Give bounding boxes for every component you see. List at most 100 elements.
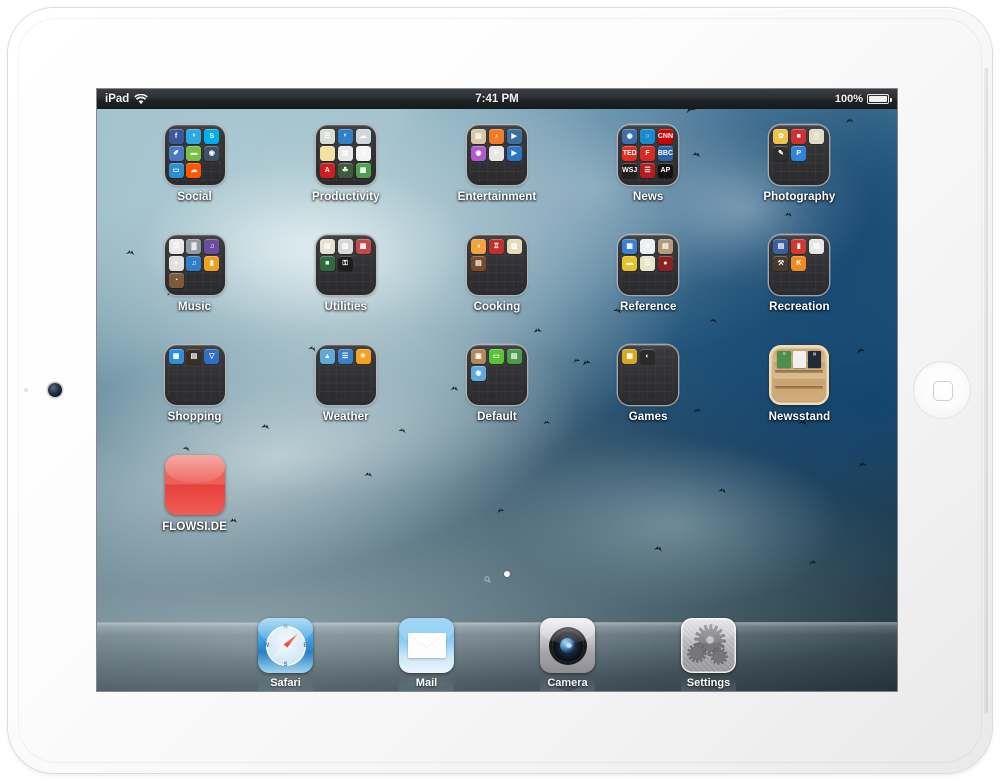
dock-icon-wrapper: NSWENSWE bbox=[258, 618, 313, 691]
app-icon-music[interactable]: ☰ ▓ ♫ ● ♫ ▮ ◔ Music bbox=[119, 223, 270, 333]
app-label: Music bbox=[178, 301, 212, 313]
folder-mini-grid: ▤ ▧ ▦ ■ ⚿ bbox=[319, 239, 372, 272]
mini-app-icon-evernote: ☘ bbox=[337, 163, 353, 179]
app-label: Reference bbox=[619, 301, 677, 313]
battery-icon bbox=[867, 94, 892, 104]
mini-app-icon-podcasts-purple: ◉ bbox=[470, 146, 486, 162]
status-bar: iPad 7:41 PM 100% bbox=[97, 89, 897, 109]
dock-item-label: Mail bbox=[415, 677, 438, 689]
page-dot-1[interactable] bbox=[504, 570, 510, 577]
mini-app-icon-linkedin: ▭ bbox=[168, 163, 184, 179]
app-icon-photography[interactable]: ✿ ■ ▒ ✎ P Photography bbox=[724, 113, 875, 223]
app-icon-reference[interactable]: ▦ ⌾ ▤ ▬ ☰ ● Reference bbox=[573, 223, 724, 333]
mini-app-icon-wallet-dark: ▤ bbox=[186, 349, 202, 364]
mini-app-icon-soundcloud: ☁ bbox=[186, 163, 202, 179]
folder-tile: ▣ ▭ ▤ ◉ bbox=[466, 345, 527, 405]
status-bar-clock: 7:41 PM bbox=[475, 93, 519, 105]
folder-mini-grid: f ᵛ S ✐ ▬ ◉ ▭ ☁ bbox=[168, 129, 221, 179]
mini-app-icon-player-blue: ▶ bbox=[506, 146, 522, 162]
mini-app-icon-reeder: ◉ bbox=[622, 129, 638, 144]
folder-mini-grid: ▲ ☰ ☀ bbox=[319, 349, 372, 365]
folder-tile: f ᵛ S ✐ ▬ ◉ ▭ ☁ bbox=[164, 125, 225, 185]
envelope-flap bbox=[407, 633, 446, 648]
folder-tile: ▤ ♪ ▶ ◉ P ▶ bbox=[466, 125, 527, 185]
battery-fill bbox=[869, 96, 887, 102]
mini-app-icon-snapseed: ✎ bbox=[773, 146, 789, 162]
mini-app-icon-twitter: ᵛ bbox=[186, 129, 202, 144]
lens-glint bbox=[565, 674, 572, 675]
app-label: Productivity bbox=[311, 191, 380, 203]
app-label: Social bbox=[177, 191, 212, 203]
home-screen-icon-grid: f ᵛ S ✐ ▬ ◉ ▭ ☁ Social ☰ ᵛ ☁ ▤ 3 A ☘ ▦ Productivity ▤ ♪ ▶ ◉ P ▶… bbox=[97, 113, 897, 553]
dock-item-safari[interactable]: NSWENSWESafari bbox=[258, 618, 313, 691]
ambient-light-sensor bbox=[24, 388, 28, 392]
app-icon-cooking[interactable]: ◑ ♖ ▥ ▤ Cooking bbox=[421, 223, 572, 333]
mini-app-icon-instagram: ◉ bbox=[204, 146, 220, 162]
app-icon-default[interactable]: ▣ ▭ ▤ ◉ Default bbox=[421, 333, 572, 443]
folder-tile: ▦ ⌾ ▤ ▬ ☰ ● bbox=[618, 235, 679, 295]
mini-app-icon-piano-keys: ☰ bbox=[168, 239, 184, 254]
dock-item-mail[interactable]: Mail bbox=[399, 618, 454, 691]
mini-app-icon-transit-blue: ▤ bbox=[773, 239, 789, 254]
folder-mini-grid: ▣ ▭ ▤ ◉ bbox=[470, 349, 523, 382]
app-icon-recreation[interactable]: ▤ ▮ ▤ ⚒ K Recreation bbox=[724, 223, 875, 333]
home-button[interactable] bbox=[913, 361, 971, 419]
app-label: Recreation bbox=[769, 301, 830, 313]
search-icon[interactable] bbox=[484, 570, 491, 583]
mini-app-icon-kayak-orange: K bbox=[791, 256, 807, 272]
mini-app-icon-music-blue: ♫ bbox=[186, 256, 202, 272]
mini-app-icon-metronome: ◔ bbox=[168, 273, 184, 289]
mini-app-icon-wikipedia-globe: ⌾ bbox=[640, 239, 656, 254]
mini-app-icon-arcade-dark: ◐ bbox=[640, 349, 656, 364]
mini-app-icon-camera-flower: ✿ bbox=[773, 129, 789, 144]
folder-tile: ☰ ▓ ♫ ● ♫ ▮ ◔ bbox=[164, 235, 225, 295]
app-icon-utilities[interactable]: ▤ ▧ ▦ ■ ⚿ Utilities bbox=[270, 223, 421, 333]
app-icon-social[interactable]: f ᵛ S ✐ ▬ ◉ ▭ ☁ Social bbox=[119, 113, 270, 223]
mini-app-icon-color-splash: ▒ bbox=[809, 129, 825, 144]
mail-envelope-icon bbox=[399, 618, 454, 673]
mini-app-icon-sun-orange: ☀ bbox=[355, 349, 371, 364]
mini-app-icon-notes-cream: ☰ bbox=[640, 256, 656, 272]
folder-mini-grid: ▦ ▤ ▽ bbox=[168, 349, 221, 365]
app-icon-productivity[interactable]: ☰ ᵛ ☁ ▤ 3 A ☘ ▦ Productivity bbox=[270, 113, 421, 223]
home-button-square-icon bbox=[933, 381, 953, 401]
camera-lens-icon bbox=[540, 618, 595, 673]
mini-app-icon-app-store-blue: ▦ bbox=[168, 349, 184, 364]
app-icon-flowsi-de[interactable]: FLOWSI.DE bbox=[119, 443, 270, 553]
app-icon-news[interactable]: ◉ ○ CNN TED F BBC WSJ ☰ AP News bbox=[573, 113, 724, 223]
app-icon-entertainment[interactable]: ▤ ♪ ▶ ◉ P ▶ Entertainment bbox=[421, 113, 572, 223]
mini-app-icon-pages: ▤ bbox=[337, 146, 353, 162]
folder-tile: ✿ ■ ▒ ✎ P bbox=[769, 125, 830, 185]
mini-app-icon-forecast-blue: ☰ bbox=[337, 349, 353, 364]
mini-app-icon-imdb-red: ● bbox=[657, 256, 673, 272]
newsstand-tile: ☰ ▤ ▧ bbox=[769, 345, 830, 405]
mini-app-icon-cook-red: ♖ bbox=[488, 239, 504, 254]
folder-tile: ▦ ◐ bbox=[618, 345, 679, 405]
folder-mini-grid: ▤ ▮ ▤ ⚒ K bbox=[773, 239, 825, 272]
mini-app-icon-calendar: 3 bbox=[355, 146, 371, 162]
dock-item-settings[interactable]: Settings bbox=[681, 618, 736, 691]
mini-app-icon-game-center-blue: ◉ bbox=[470, 366, 486, 382]
mini-app-icon-drum-white: ● bbox=[168, 256, 184, 272]
app-icon-newsstand[interactable]: ☰ ▤ ▧ Newsstand bbox=[724, 333, 875, 443]
app-label: Entertainment bbox=[457, 191, 537, 203]
ipad-right-edge bbox=[984, 68, 988, 713]
mini-app-icon-weather-photo: ▲ bbox=[319, 349, 335, 364]
app-icon-weather[interactable]: ▲ ☰ ☀ Weather bbox=[270, 333, 421, 443]
newsstand-magazines: ☰ ▤ ▧ bbox=[777, 351, 822, 368]
mini-app-icon-1password: ⚿ bbox=[337, 256, 353, 272]
mini-app-icon-bbc-red: ☰ bbox=[640, 163, 656, 179]
mini-app-icon-bbc-news: BBC bbox=[657, 146, 673, 162]
newsstand-shelf-board bbox=[775, 370, 824, 373]
folder-tile: ◑ ♖ ▥ ▤ bbox=[466, 235, 527, 295]
dock-item-camera[interactable]: Camera bbox=[540, 618, 595, 691]
folder-mini-grid: ▦ ⌾ ▤ ▬ ☰ ● bbox=[622, 239, 674, 272]
app-icon-games[interactable]: ▦ ◐ Games bbox=[573, 333, 724, 443]
folder-mini-grid: ▦ ◐ bbox=[622, 349, 674, 365]
newsstand-magazine-green: ☰ bbox=[777, 351, 792, 368]
folder-tile: ▤ ▧ ▦ ■ ⚿ bbox=[315, 235, 376, 295]
app-icon-shopping[interactable]: ▦ ▤ ▽ Shopping bbox=[119, 333, 270, 443]
app-label: Newsstand bbox=[768, 411, 831, 423]
app-label: Weather bbox=[322, 411, 369, 423]
screenshot-stage: iPad 7:41 PM 100% f ᵛ S ✐ ▬ ◉ ▭ ☁ Social ☰ ᵛ ☁ ▤ 3 A ☘ ▦… bbox=[0, 0, 1000, 781]
